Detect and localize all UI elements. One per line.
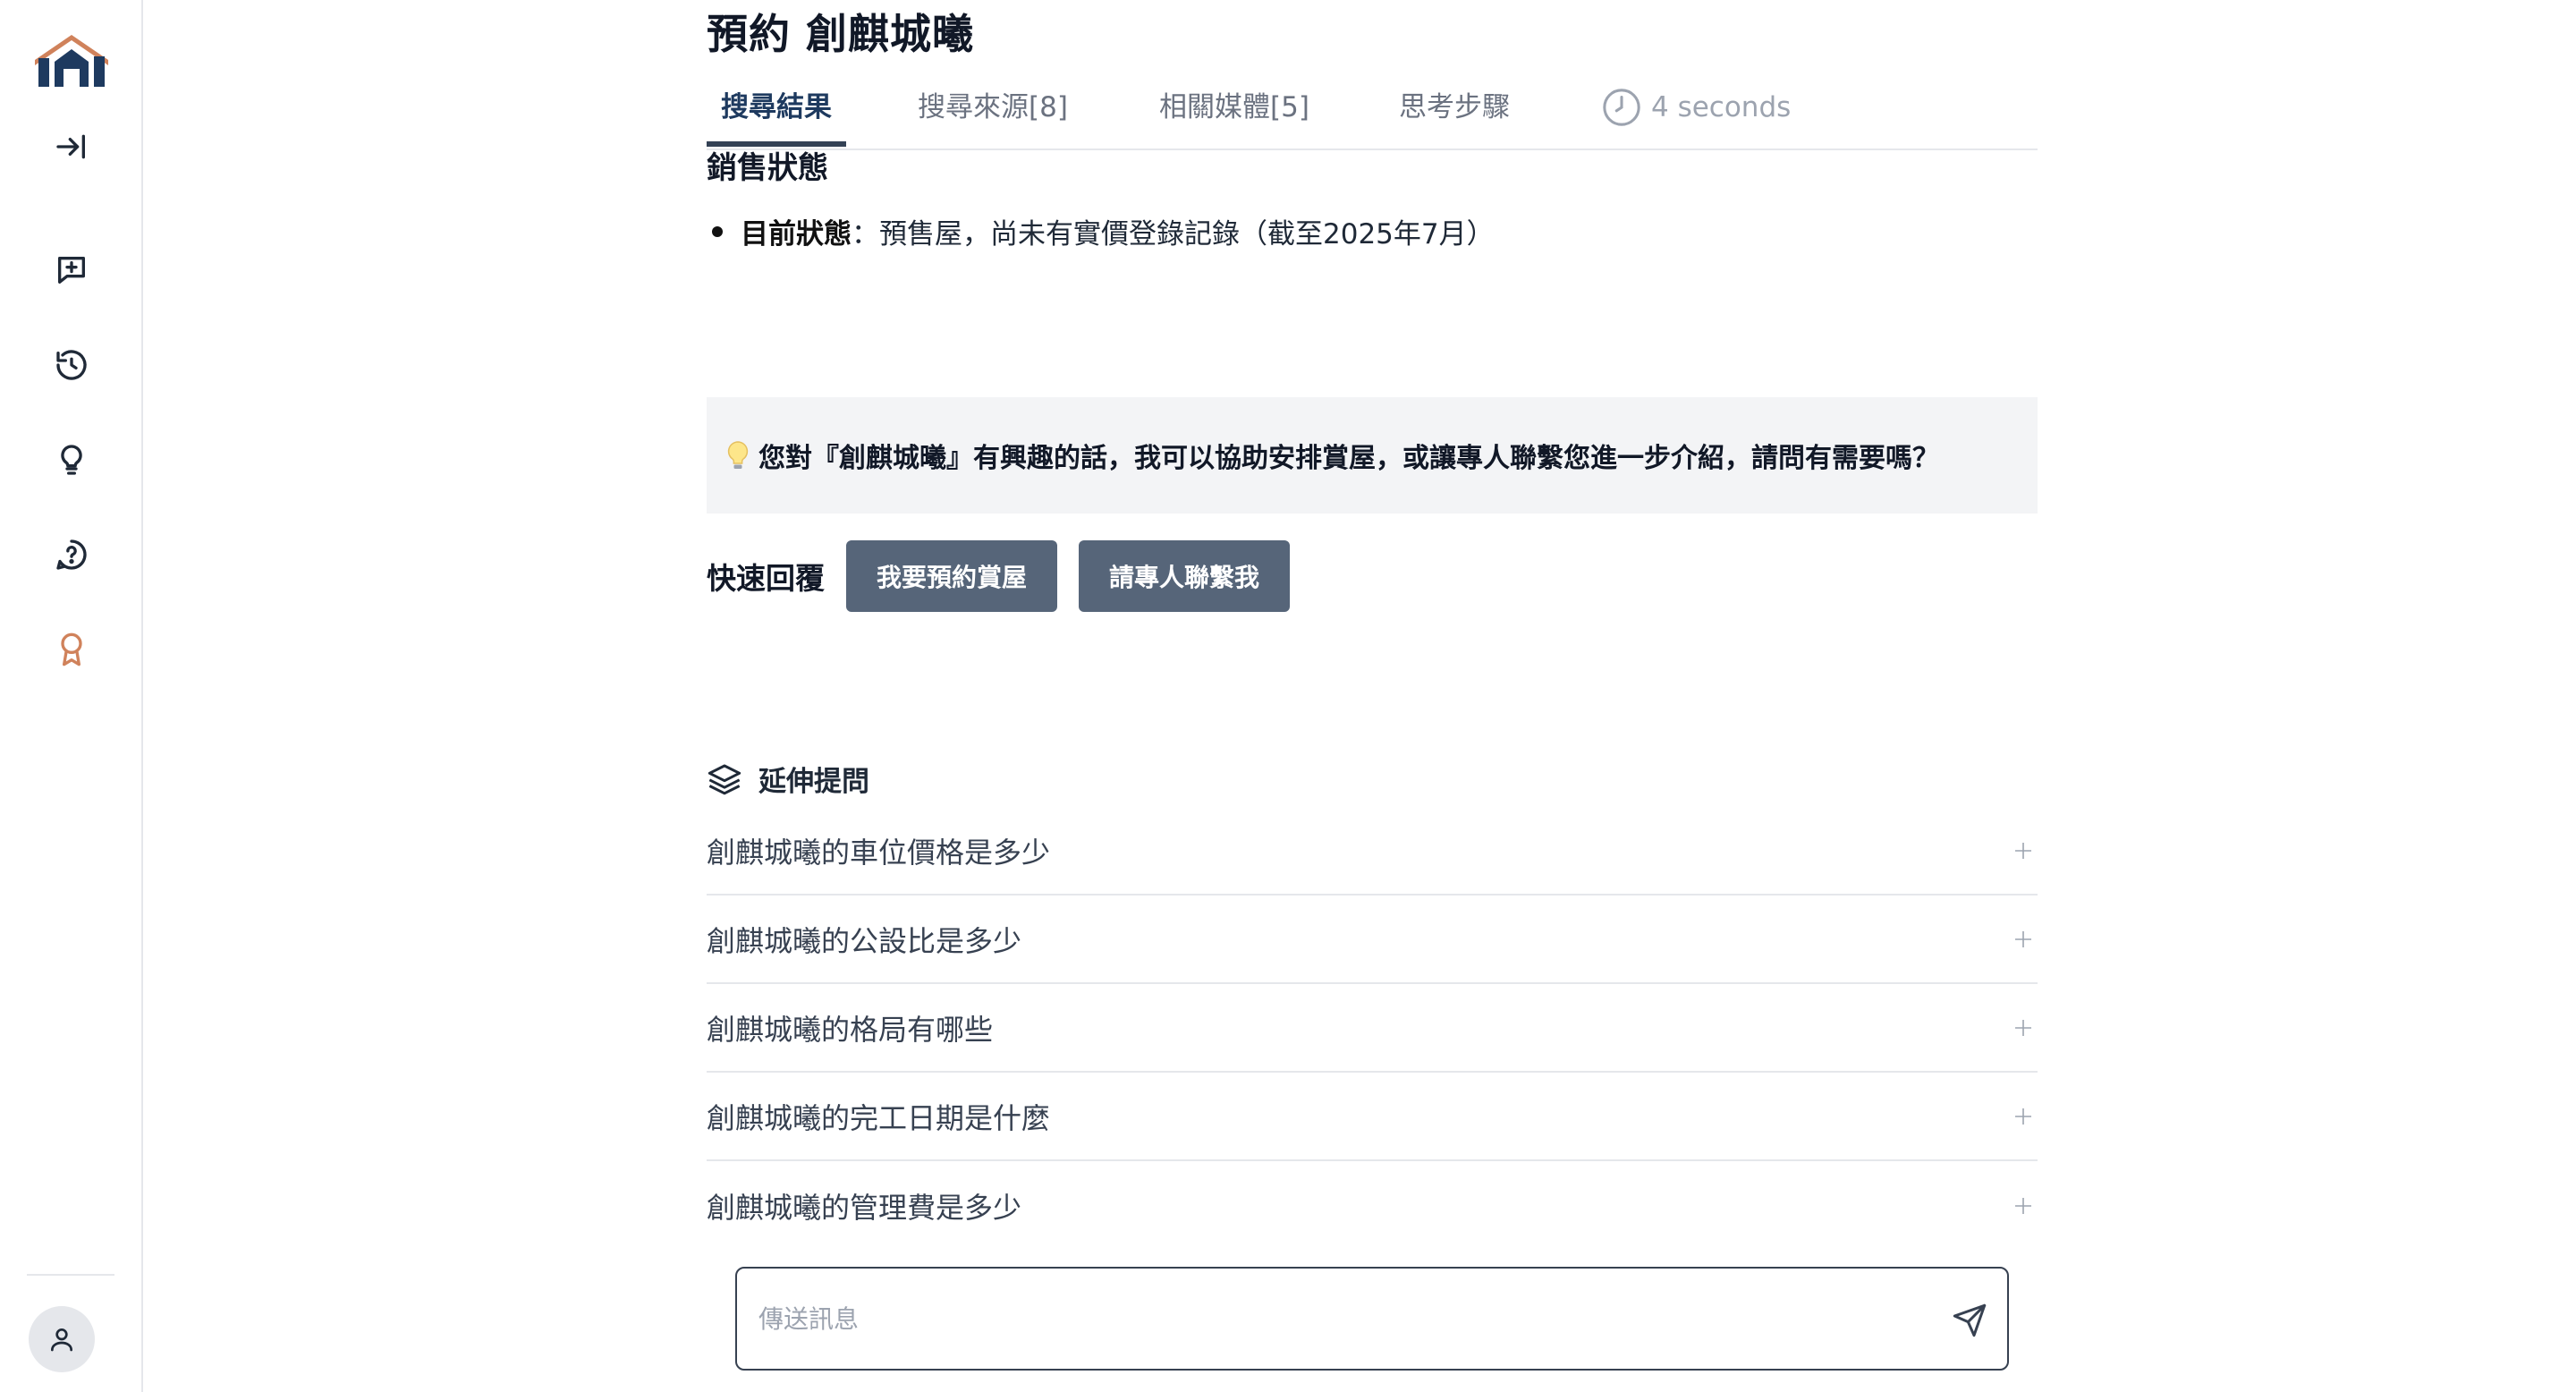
elapsed-time: 4 seconds [1601,88,1791,127]
follow-up-text: 創麒城曦的格局有哪些 [707,1012,994,1047]
send-icon[interactable] [1952,1303,1987,1338]
lightbulb-icon [61,445,82,475]
sidebar-divider [27,1274,114,1276]
history-button[interactable] [36,329,107,401]
follow-up-text: 創麒城曦的管理費是多少 [707,1190,1022,1225]
plus-icon [2015,1108,2031,1125]
history-icon [56,350,87,380]
tab-search-results[interactable]: 搜尋結果 [721,88,832,149]
lightbulb-icon [727,441,749,469]
plus-icon [2015,930,2031,947]
expand-sidebar-button[interactable] [36,111,107,182]
bullet-dot [712,225,723,237]
follow-up-list: 創麒城曦的車位價格是多少 創麒城曦的公設比是多少 創麒城曦的格局有哪些 創麒城曦… [707,807,2038,1250]
follow-up-text: 創麒城曦的車位價格是多少 [707,835,1051,870]
avatar[interactable] [29,1306,95,1372]
clock-icon [1603,89,1640,126]
follow-up-item[interactable]: 創麒城曦的公設比是多少 [707,895,2038,984]
elapsed-time-label: 4 seconds [1651,91,1792,123]
expand-sidebar-icon [56,134,86,159]
tab-thinking-steps[interactable]: 思考步驟 [1399,88,1510,149]
tab-search-sources[interactable]: 搜尋來源[8] [918,88,1068,149]
status-label: 目前狀態 [741,218,852,250]
message-composer [735,1267,2009,1371]
main-content: 預約 創麒城曦 搜尋結果 搜尋來源[8] 相關媒體[5] 思考步驟 4 seco… [707,0,2038,1392]
status-text: ：預售屋，尚未有實價登錄記錄（截至2025年7月） [852,218,1495,250]
tab-related-media[interactable]: 相關媒體[5] [1159,88,1309,149]
contact-agent-button[interactable]: 請專人聯繫我 [1079,540,1291,612]
book-viewing-button[interactable]: 我要預約賞屋 [846,540,1058,612]
page-title: 預約 創麒城曦 [707,10,975,58]
plus-icon [2015,842,2031,859]
section-heading: 銷售狀態 [707,150,828,186]
quick-reply-label: 快速回覆 [707,561,825,596]
new-chat-button[interactable] [36,234,107,306]
message-input[interactable] [758,1295,1921,1342]
follow-up-text: 創麒城曦的公設比是多少 [707,923,1022,958]
follow-up-item[interactable]: 創麒城曦的完工日期是什麼 [707,1073,2038,1161]
quick-reply-bar: 快速回覆 我要預約賞屋 請專人聯繫我 [707,540,1311,612]
help-icon [56,539,87,570]
follow-up-heading-label: 延伸提問 [758,766,869,798]
ideas-button[interactable] [36,424,107,496]
award-icon [61,632,82,666]
user-icon [51,1328,72,1352]
sidebar [0,0,143,1392]
follow-up-item[interactable]: 創麒城曦的格局有哪些 [707,984,2038,1073]
app-root: 預約 創麒城曦 搜尋結果 搜尋來源[8] 相關媒體[5] 思考步驟 4 seco… [0,0,2576,1392]
follow-up-item[interactable]: 創麒城曦的車位價格是多少 [707,807,2038,895]
tab-bar: 搜尋結果 搜尋來源[8] 相關媒體[5] 思考步驟 4 seconds [707,73,2038,150]
follow-up-heading: 延伸提問 [707,759,869,799]
status-bullet: 目前狀態 ：預售屋，尚未有實價登錄記錄（截至2025年7月） [707,211,1495,251]
plus-icon [2015,1019,2031,1036]
layers-icon [708,764,741,794]
home-logo-icon[interactable] [33,33,110,89]
plus-icon [2015,1197,2031,1214]
new-chat-icon [58,257,86,284]
suggestion-text: 您對『創麒城曦』有興趣的話，我可以協助安排賞屋，或讓專人聯繫您進一步介紹，請問有… [758,443,1939,474]
help-button[interactable] [36,519,107,590]
follow-up-item[interactable]: 創麒城曦的管理費是多少 [707,1161,2038,1250]
award-button[interactable] [36,614,107,685]
suggestion-box: 您對『創麒城曦』有興趣的話，我可以協助安排賞屋，或讓專人聯繫您進一步介紹，請問有… [707,397,2038,514]
follow-up-text: 創麒城曦的完工日期是什麼 [707,1100,1051,1135]
